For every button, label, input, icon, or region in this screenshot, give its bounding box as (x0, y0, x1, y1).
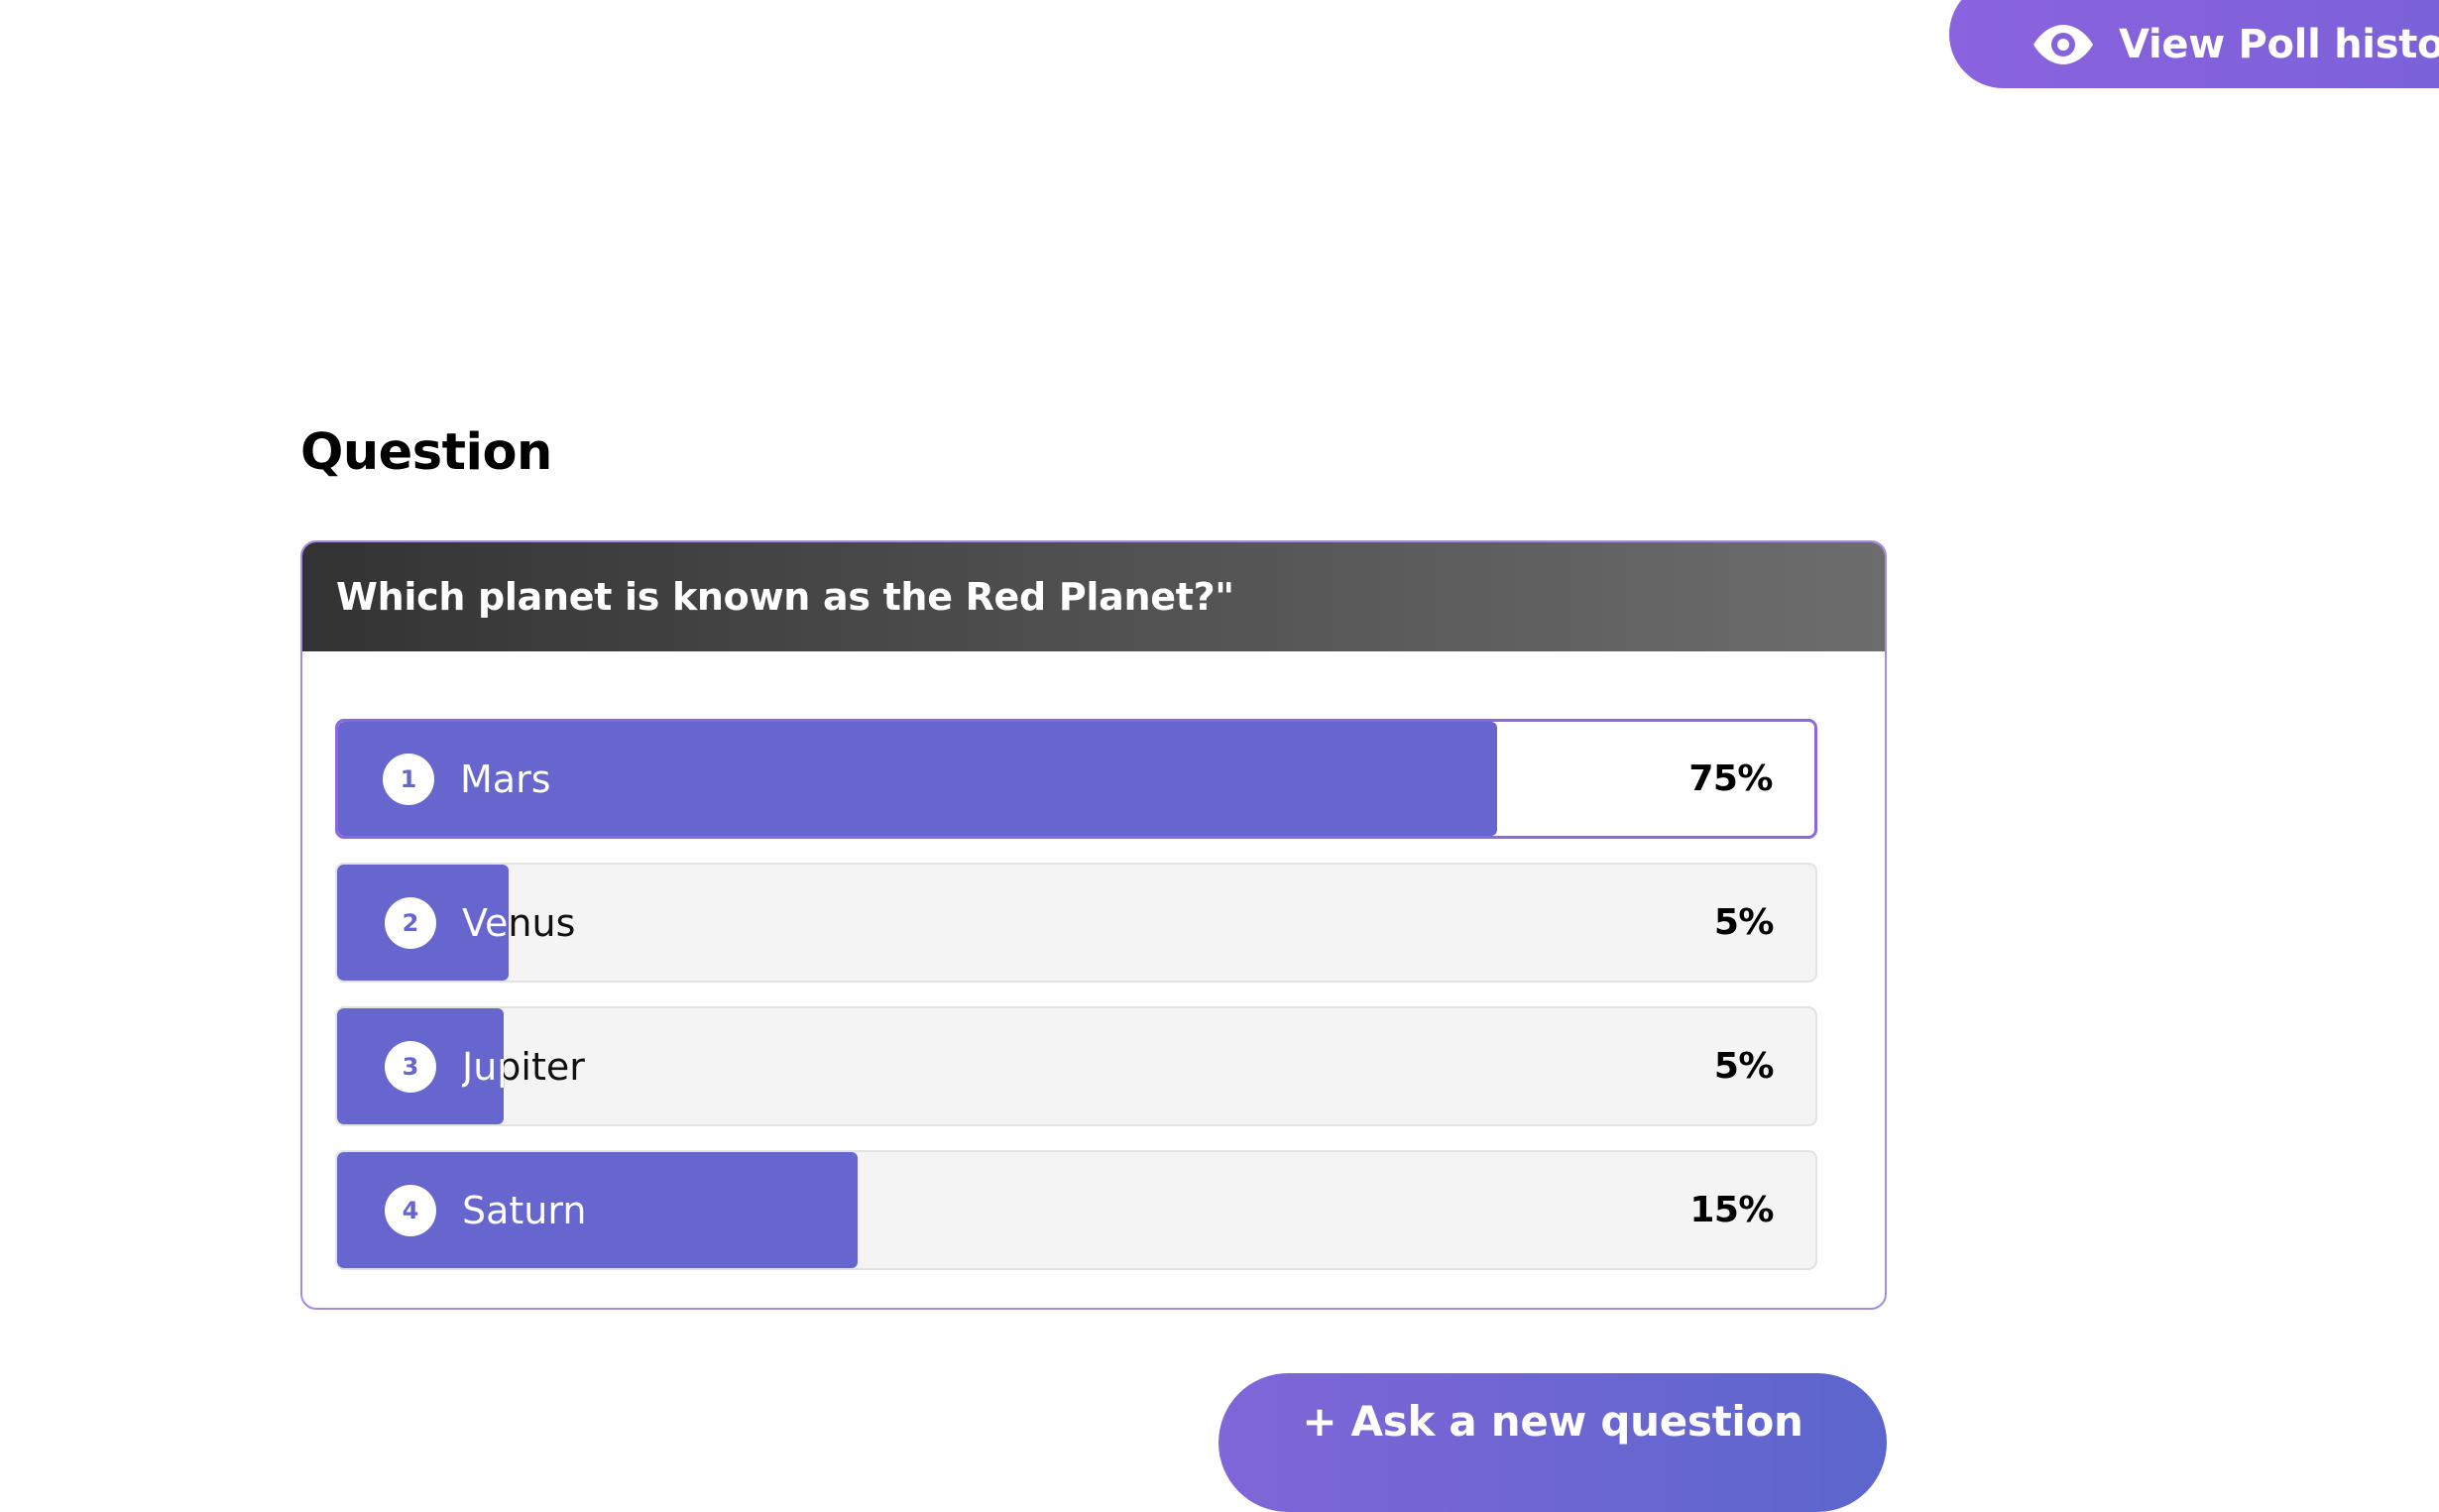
poll-option-mars[interactable]: 1 Mars 75% (335, 719, 1817, 839)
poll-card: Which planet is known as the Red Planet?… (300, 540, 1887, 1310)
section-title: Question (300, 423, 552, 482)
poll-option-jupiter[interactable]: 3 Jupiter 5% (335, 1006, 1817, 1126)
option-label: Jupiter (462, 1044, 585, 1089)
option-number-badge: 1 (383, 753, 434, 805)
poll-option-content: 1 Mars (383, 722, 551, 836)
option-label: Mars (460, 756, 551, 801)
poll-question: Which planet is known as the Red Planet?… (336, 575, 1234, 619)
poll-option-content: 3 Jupiter (385, 1008, 585, 1124)
option-percentage: 5% (1713, 1046, 1775, 1087)
option-number-badge: 4 (385, 1184, 436, 1236)
poll-option-saturn[interactable]: 4 Saturn 15% (335, 1150, 1817, 1270)
option-label: Venus (462, 900, 576, 945)
view-poll-history-label: View Poll history (2119, 21, 2439, 67)
poll-options: 1 Mars 75% 2 Venus 5% 3 Jupiter 5% 4 Sat… (335, 719, 1817, 1294)
poll-header: Which planet is known as the Red Planet?… (302, 542, 1885, 651)
option-number-badge: 3 (385, 1040, 436, 1093)
poll-option-content: 2 Venus (385, 865, 575, 981)
option-percentage: 5% (1713, 902, 1775, 943)
eye-icon (2032, 23, 2095, 66)
option-number-badge: 2 (385, 896, 436, 949)
option-percentage: 15% (1689, 1190, 1774, 1230)
poll-option-venus[interactable]: 2 Venus 5% (335, 863, 1817, 983)
option-label: Saturn (462, 1188, 587, 1232)
ask-new-question-button[interactable]: + Ask a new question (1219, 1373, 1887, 1512)
view-poll-history-button[interactable]: View Poll history (1949, 0, 2439, 88)
poll-option-content: 4 Saturn (385, 1152, 586, 1268)
ask-new-question-label: + Ask a new question (1302, 1397, 1803, 1446)
option-percentage: 75% (1688, 758, 1773, 799)
